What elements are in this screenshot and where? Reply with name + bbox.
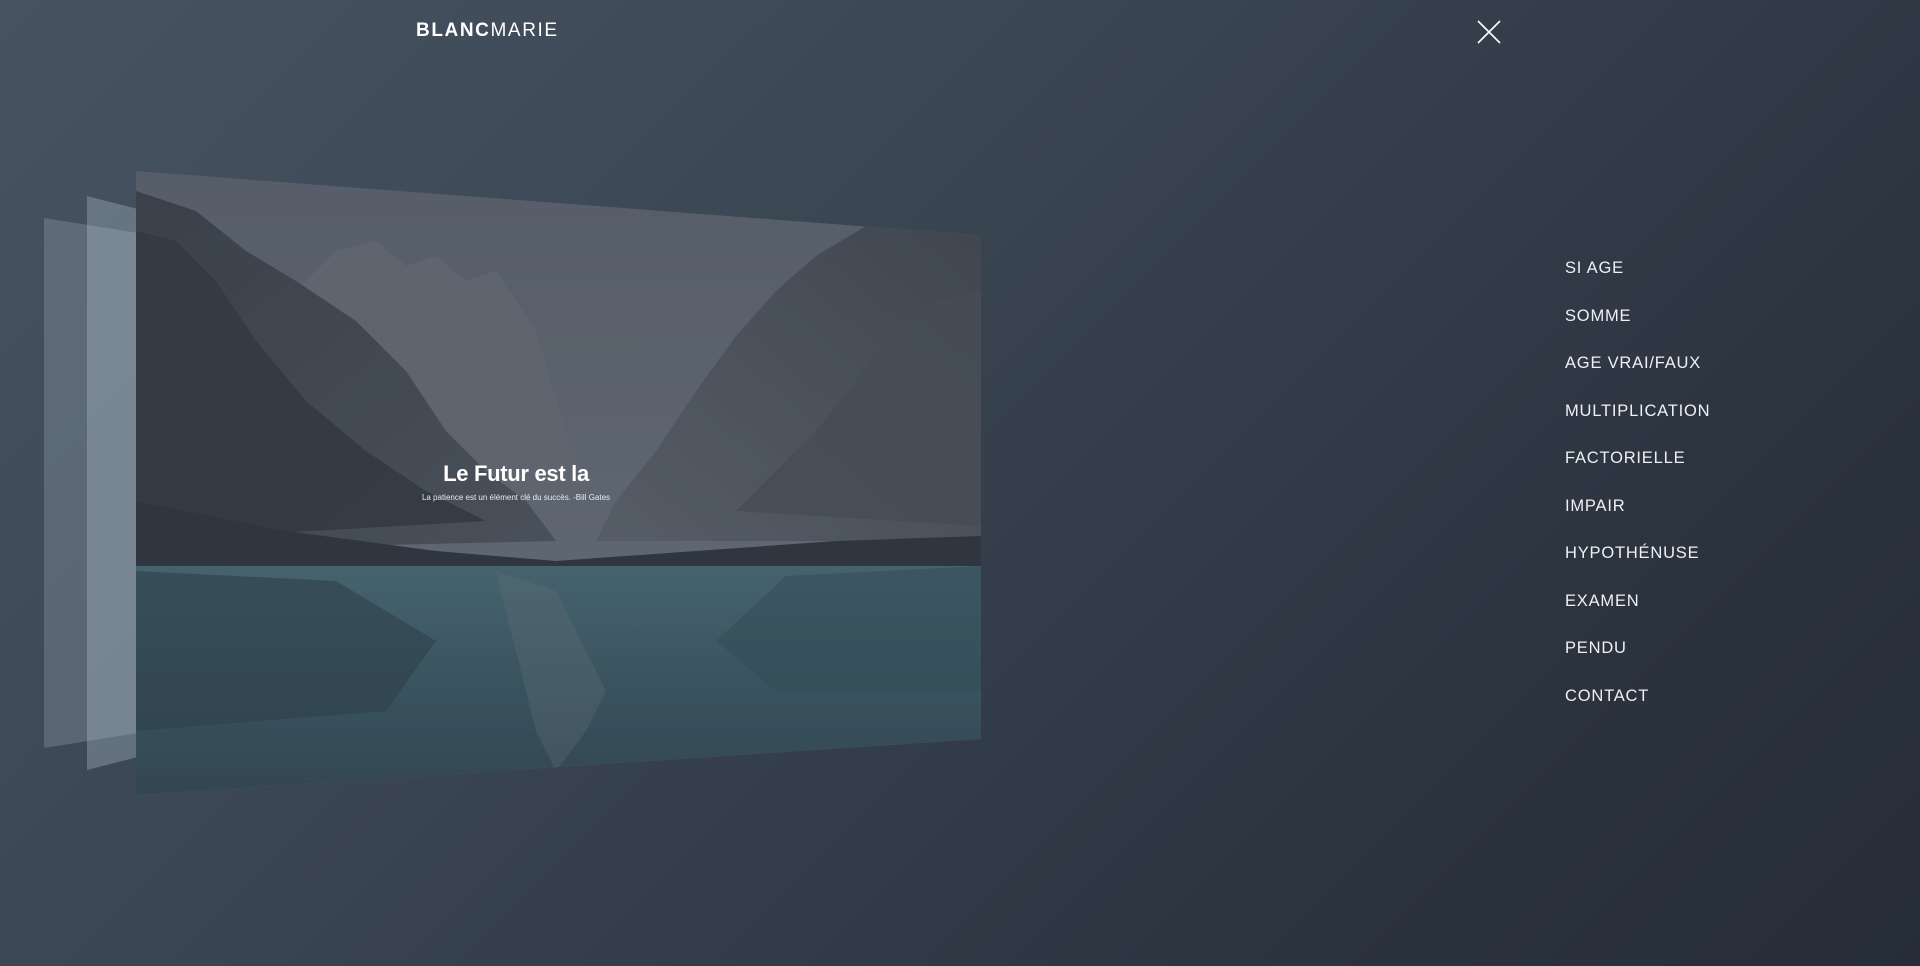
menu-item-hypothenuse[interactable]: HYPOTHÉNUSE [1565,541,1710,589]
slide-title: Le Futur est la [443,461,589,486]
close-icon [1477,20,1501,44]
menu-item-pendu[interactable]: PENDU [1565,636,1710,684]
main-menu: SI AGE SOMME AGE VRAI/FAUX MULTIPLICATIO… [1565,256,1710,731]
slide-caption: Le Futur est la La patience est un éléme… [136,461,896,502]
menu-item-impair[interactable]: IMPAIR [1565,494,1710,542]
menu-item-age-vrai-faux[interactable]: AGE VRAI/FAUX [1565,351,1710,399]
menu-item-si-age[interactable]: SI AGE [1565,256,1710,304]
menu-item-factorielle[interactable]: FACTORIELLE [1565,446,1710,494]
menu-item-multiplication[interactable]: MULTIPLICATION [1565,399,1710,447]
slide-quote: La patience est un élément clé du succès… [421,493,611,502]
slider-main-panel[interactable]: Le Futur est la La patience est un éléme… [136,171,981,795]
close-menu-button[interactable] [1474,17,1504,47]
menu-item-somme[interactable]: SOMME [1565,304,1710,352]
slider-stage: Le Futur est la La patience est un éléme… [0,0,1000,820]
menu-item-contact[interactable]: CONTACT [1565,684,1710,732]
menu-item-examen[interactable]: EXAMEN [1565,589,1710,637]
